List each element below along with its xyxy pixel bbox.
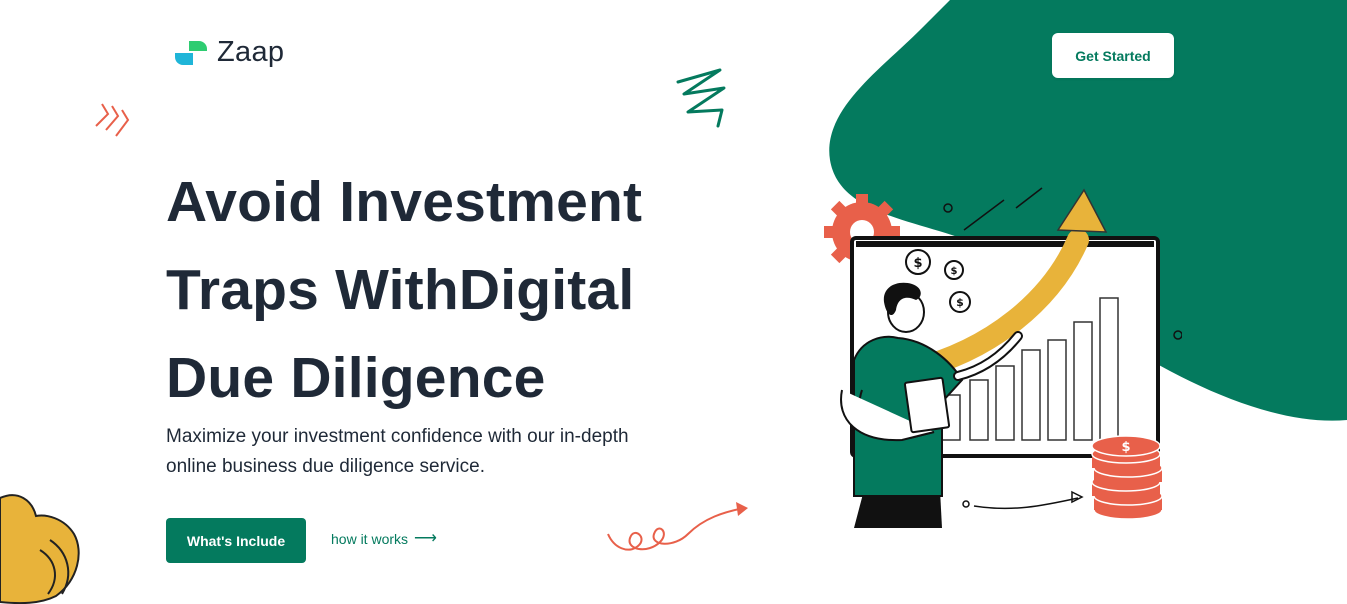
get-started-button[interactable]: Get Started [1052,33,1174,78]
arrow-right-icon: ⟶ [414,530,437,547]
hero-title-line: Traps WithDigital [166,258,635,322]
zaap-logo-icon [175,40,207,65]
investment-growth-illustration: $ $ $ $ [824,187,1182,528]
how-it-works-label: how it works [331,531,409,547]
svg-text:$: $ [1121,440,1130,455]
zigzag-scribble-decoration [676,68,726,128]
hero-title: Avoid Investment Traps WithDigital Due D… [166,158,726,422]
svg-text:$: $ [956,296,964,309]
hero-subtitle-line: online business due diligence service. [166,456,485,477]
svg-text:$: $ [913,256,922,271]
how-it-works-link[interactable]: how it works ⟶ [331,530,437,548]
hero-title-line: Avoid Investment [166,170,643,234]
yellow-blob-decoration [0,494,80,604]
brand-logo[interactable]: Zaap [175,36,284,69]
hero-subtitle: Maximize your investment confidence with… [166,422,666,482]
brand-name: Zaap [217,36,285,68]
whats-include-button[interactable]: What's Include [166,518,306,563]
chevron-squiggle-decoration [95,103,130,137]
hero-subtitle-line: Maximize your investment confidence with… [166,426,629,447]
hero-title-line: Due Diligence [166,346,546,410]
loop-arrow-decoration [607,502,748,551]
svg-text:$: $ [951,266,958,277]
